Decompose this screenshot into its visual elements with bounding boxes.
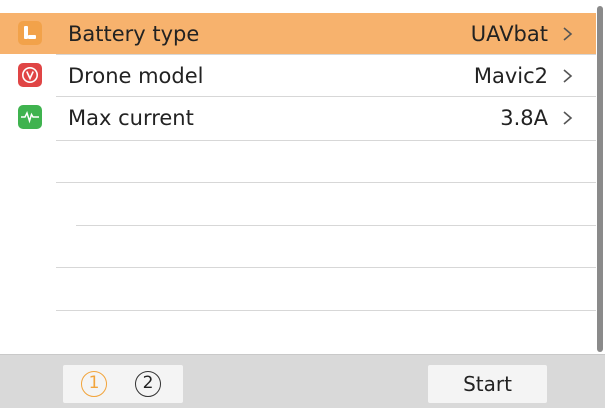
row-divider — [56, 267, 596, 268]
setting-row-battery-type[interactable]: Battery type UAVbat — [0, 13, 596, 54]
setting-value: UAVbat — [470, 22, 548, 46]
pulse-icon — [18, 105, 42, 129]
setting-label: Drone model — [68, 64, 204, 88]
chevron-right-icon — [563, 111, 573, 125]
row-divider — [56, 96, 596, 97]
page-2-button[interactable]: 2 — [135, 371, 161, 397]
row-divider — [56, 310, 596, 311]
chevron-right-icon — [563, 27, 573, 41]
footer-bar: 1 2 Start — [0, 354, 605, 408]
setting-value: Mavic2 — [473, 64, 548, 88]
row-divider — [56, 54, 596, 55]
page-indicator: 1 2 — [63, 365, 183, 403]
setting-value: 3.8A — [500, 106, 548, 130]
setting-label: Max current — [68, 106, 194, 130]
drone-model-icon — [18, 63, 42, 87]
scrollbar[interactable] — [597, 6, 603, 352]
setting-row-max-current[interactable]: Max current 3.8A — [0, 97, 596, 138]
start-button[interactable]: Start — [428, 365, 547, 403]
battery-icon — [18, 21, 42, 45]
row-divider — [56, 182, 596, 183]
setting-label: Battery type — [68, 22, 200, 46]
row-divider — [76, 225, 596, 226]
row-divider — [56, 140, 596, 141]
setting-row-drone-model[interactable]: Drone model Mavic2 — [0, 55, 596, 96]
page-1-button[interactable]: 1 — [81, 371, 107, 397]
settings-screen: Battery type UAVbat Drone model Mavic2 M… — [0, 0, 605, 408]
chevron-right-icon — [563, 69, 573, 83]
